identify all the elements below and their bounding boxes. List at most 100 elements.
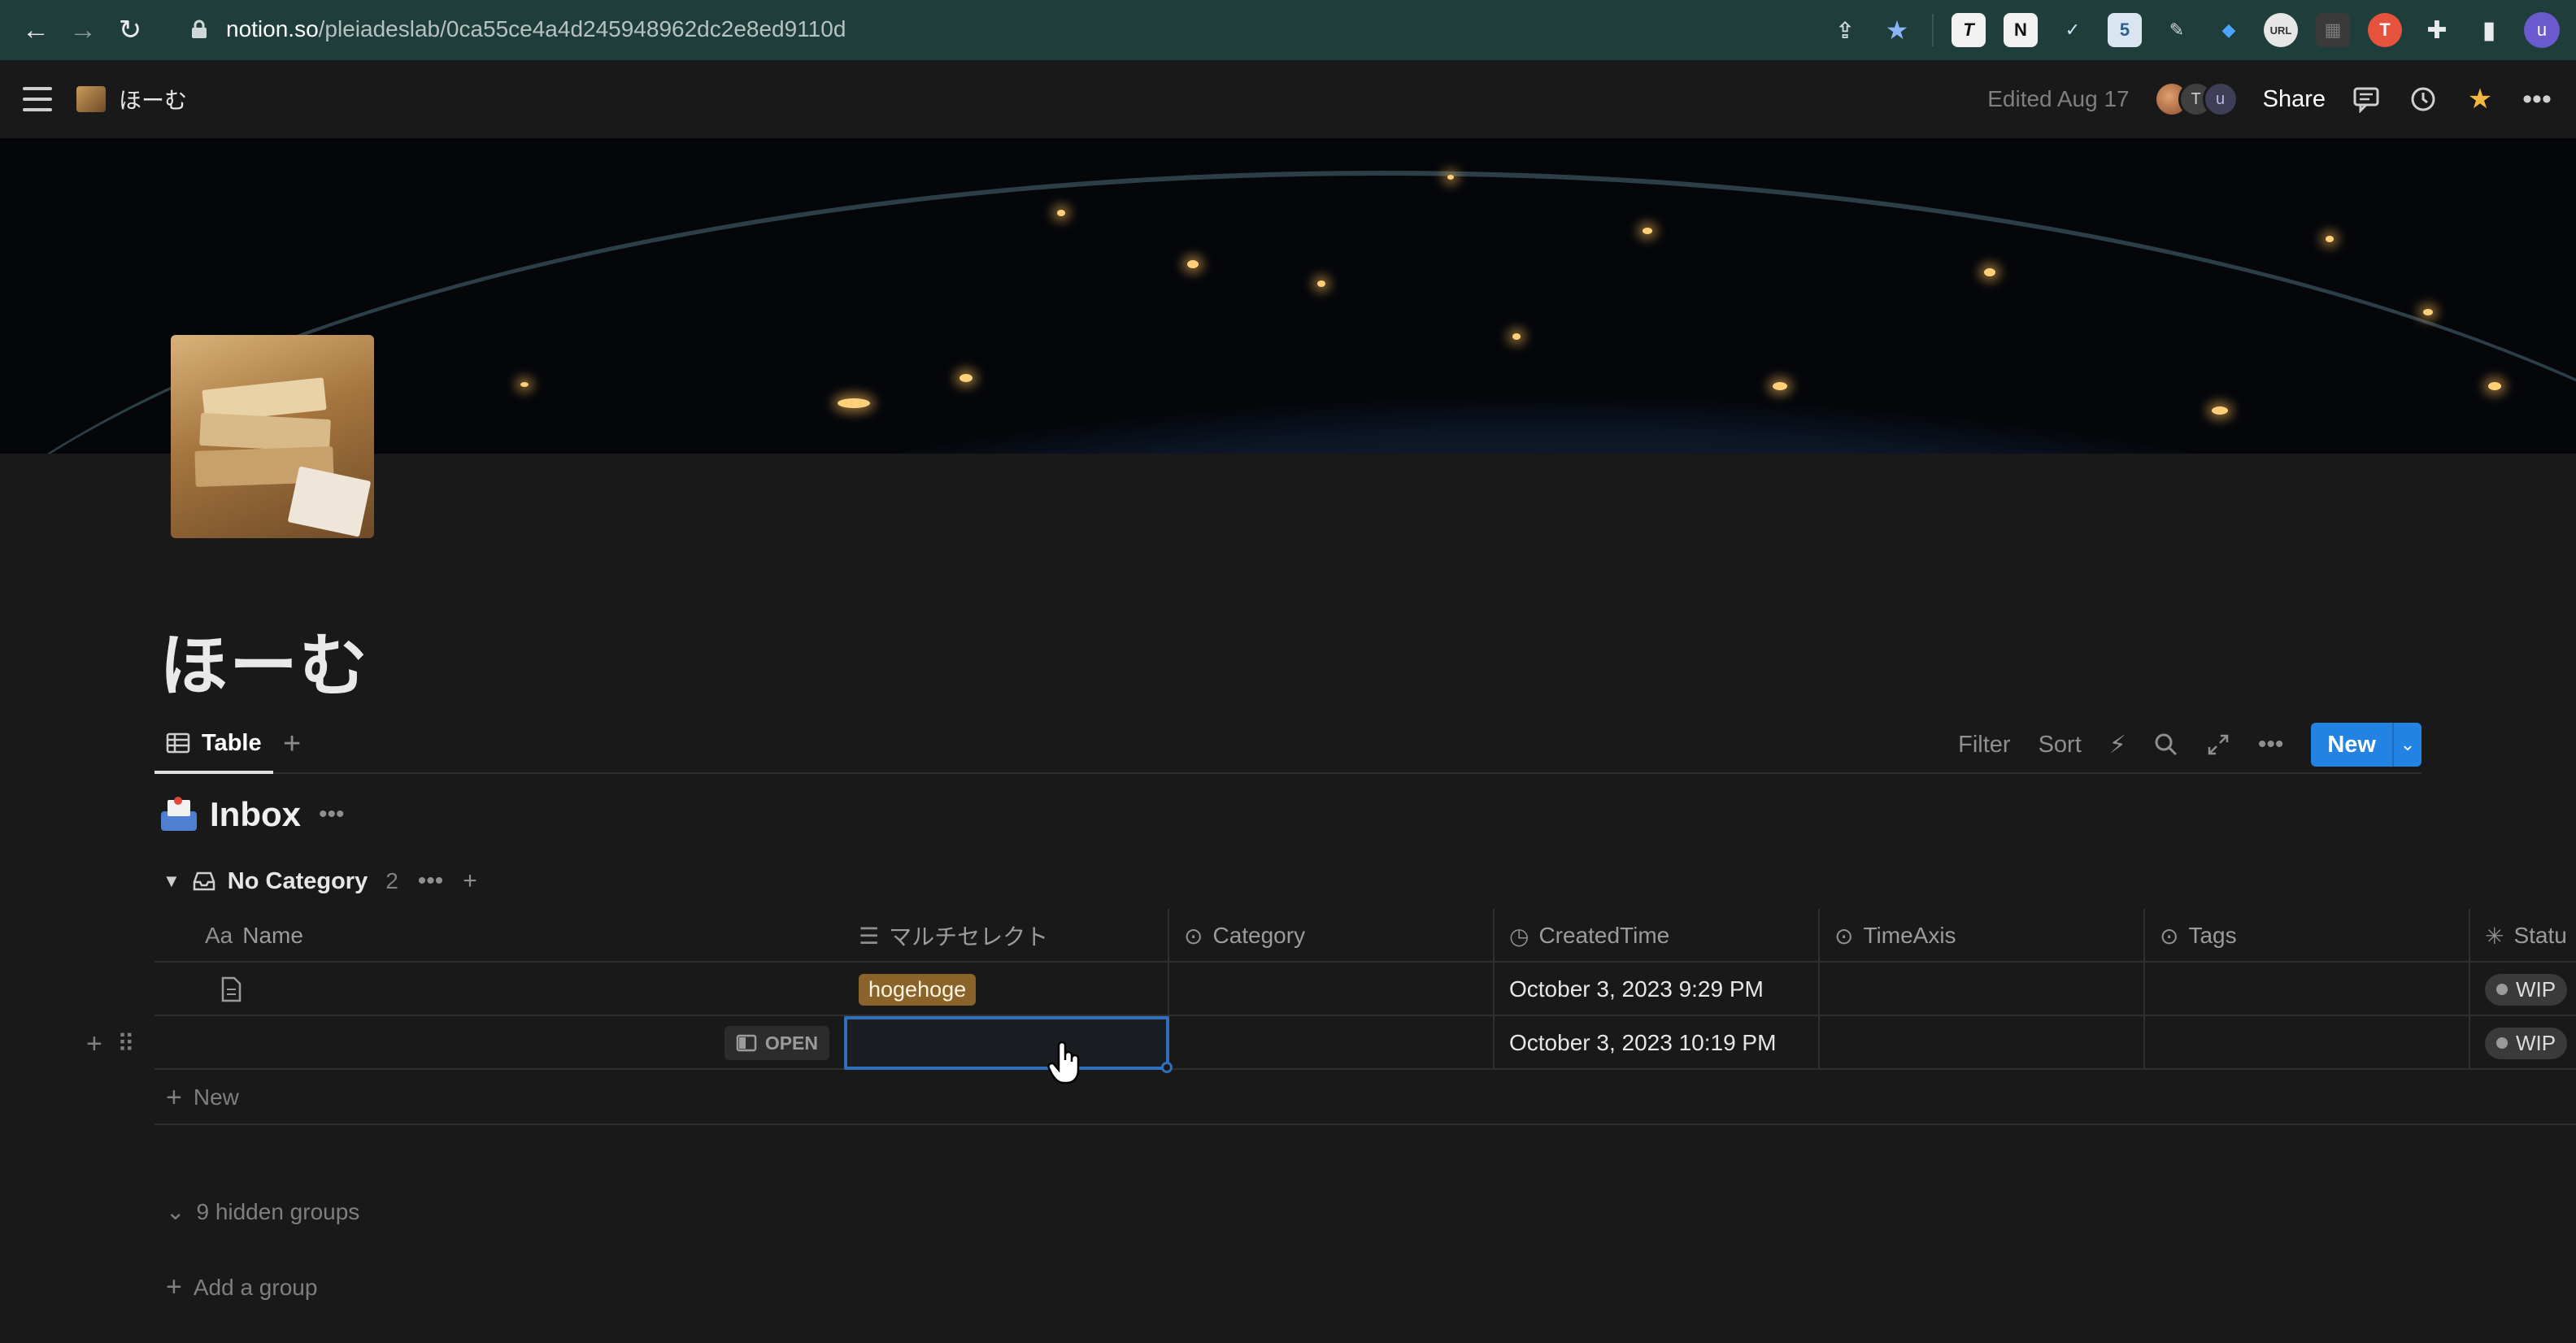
table-row[interactable]: hogehoge October 3, 2023 9:29 PM WIP: [154, 963, 2576, 1016]
hidden-groups-toggle[interactable]: ⌄ 9 hidden groups: [166, 1198, 359, 1225]
status-cell[interactable]: WIP: [2470, 1016, 2576, 1070]
notion-icon[interactable]: N: [2004, 13, 2038, 47]
new-button[interactable]: New ⌄: [2311, 723, 2422, 767]
column-header-name[interactable]: Aa Name: [154, 909, 844, 963]
breadcrumb[interactable]: ほーむ: [119, 83, 187, 115]
bookmark-star-icon[interactable]: ★: [1880, 13, 1914, 47]
table-icon: [166, 732, 190, 754]
page-icon-image[interactable]: [171, 335, 374, 538]
document-icon: [221, 976, 242, 1002]
diamond-icon[interactable]: ◆: [2212, 13, 2246, 47]
column-header-tags[interactable]: ⊙ Tags: [2145, 909, 2470, 963]
history-clock-icon[interactable]: [2407, 83, 2439, 115]
select-icon: ⊙: [1834, 923, 1854, 949]
url-host: notion.so: [226, 16, 319, 41]
more-icon[interactable]: •••: [418, 867, 444, 895]
lock-icon: [192, 20, 207, 38]
more-icon[interactable]: •••: [2521, 83, 2553, 115]
menu-icon[interactable]: [23, 87, 52, 111]
column-header-category[interactable]: ⊙ Category: [1169, 909, 1495, 963]
hidden-groups-label: 9 hidden groups: [196, 1198, 360, 1224]
sort-button[interactable]: Sort: [2039, 732, 2082, 758]
divider: [154, 1124, 2576, 1125]
tags-cell[interactable]: [2145, 1016, 2470, 1070]
sidepanel-icon[interactable]: ▮: [2472, 13, 2506, 47]
category-cell[interactable]: [1169, 963, 1495, 1016]
add-view-icon[interactable]: +: [283, 727, 301, 762]
selected-cell-outline[interactable]: [844, 1016, 1173, 1073]
favorite-star-icon[interactable]: ★: [2464, 83, 2496, 115]
column-label: Name: [242, 923, 303, 948]
name-cell[interactable]: OPEN: [154, 1016, 844, 1070]
add-group-button[interactable]: + Add a group: [166, 1271, 317, 1303]
notion-topbar: ほーむ Edited Aug 17 T u Share ★ •••: [0, 60, 2576, 138]
drag-handle-icon[interactable]: ⠿: [117, 1030, 135, 1058]
column-header-createdtime[interactable]: ◷ CreatedTime: [1495, 909, 1820, 963]
caret-down-icon[interactable]: ▼: [163, 871, 181, 892]
status-badge: WIP: [2485, 1027, 2568, 1059]
app-icon[interactable]: ▦: [2316, 13, 2350, 47]
tab-table[interactable]: Table: [154, 715, 273, 774]
column-label: マルチセレクト: [889, 924, 1049, 950]
collaborator-avatars[interactable]: T u: [2153, 81, 2239, 117]
pen-icon[interactable]: ✎: [2160, 13, 2194, 47]
add-icon[interactable]: +: [463, 867, 477, 895]
new-button-label[interactable]: New: [2311, 723, 2392, 767]
clipper-icon[interactable]: 5: [2108, 13, 2142, 47]
url-icon[interactable]: URL: [2264, 13, 2298, 47]
earth-horizon: [0, 171, 2576, 454]
more-icon[interactable]: •••: [2258, 731, 2284, 758]
createdtime-cell[interactable]: October 3, 2023 9:29 PM: [1495, 963, 1820, 1016]
new-row-label: New: [193, 1084, 239, 1110]
add-new-row-button[interactable]: + New: [166, 1071, 239, 1124]
profile-avatar[interactable]: u: [2524, 12, 2560, 48]
tags-cell[interactable]: [2145, 963, 2470, 1016]
column-header-timeaxis[interactable]: ⊙ TimeAxis: [1820, 909, 2145, 963]
typora-icon[interactable]: T: [1952, 13, 1986, 47]
puzzle-icon[interactable]: ✚: [2420, 13, 2454, 47]
category-cell[interactable]: [1169, 1016, 1495, 1070]
multiselect-cell[interactable]: hogehoge: [844, 963, 1169, 1016]
row-handles: + ⠿: [86, 1028, 135, 1060]
address-bar[interactable]: notion.so /pleiadeslab/0ca55ce4a4d245948…: [189, 13, 846, 46]
chevron-down-icon[interactable]: ⌄: [2392, 723, 2422, 767]
database-title[interactable]: Inbox •••: [159, 790, 345, 839]
createdtime-cell[interactable]: October 3, 2023 10:19 PM: [1495, 1016, 1820, 1070]
tab-table-label: Table: [202, 729, 262, 756]
plus-icon: +: [166, 1081, 182, 1113]
more-icon[interactable]: •••: [319, 801, 345, 828]
reload-icon[interactable]: ↻: [111, 11, 150, 50]
name-cell[interactable]: [154, 963, 844, 1016]
database-name[interactable]: Inbox: [210, 795, 301, 834]
group-header: ▼ No Category 2 ••• +: [163, 860, 477, 902]
translate-icon[interactable]: T: [2368, 13, 2402, 47]
search-icon[interactable]: [2154, 732, 2178, 757]
timeaxis-cell[interactable]: [1820, 1016, 2145, 1070]
timeaxis-cell[interactable]: [1820, 963, 2145, 1016]
plus-icon: +: [166, 1271, 182, 1302]
column-header-multiselect[interactable]: ☰ マルチセレクト: [844, 909, 1169, 963]
forward-icon[interactable]: →: [63, 11, 102, 50]
column-label: CreatedTime: [1538, 923, 1670, 948]
inbox-tray-icon: [159, 797, 198, 832]
expand-icon[interactable]: [2206, 732, 2230, 757]
column-header-status[interactable]: ✳ Statu: [2470, 909, 2576, 963]
avatar: u: [2202, 81, 2239, 117]
back-icon[interactable]: ←: [16, 11, 55, 50]
share-button[interactable]: Share: [2263, 86, 2326, 113]
share-page-icon[interactable]: ⇪: [1828, 13, 1862, 47]
status-badge: WIP: [2485, 973, 2568, 1006]
page-cover: [0, 138, 2576, 454]
table-row[interactable]: OPEN October 3, 2023 10:19 PM WIP: [154, 1016, 2576, 1073]
open-page-button[interactable]: OPEN: [724, 1026, 829, 1060]
filter-button[interactable]: Filter: [1958, 732, 2010, 758]
url-path: /pleiadeslab/0ca55ce4a4d245948962dc2e8ed…: [318, 16, 846, 41]
page-title[interactable]: ほーむ: [159, 611, 369, 710]
checkmark-icon[interactable]: ✓: [2056, 13, 2090, 47]
status-cell[interactable]: WIP: [2470, 963, 2576, 1016]
add-row-icon[interactable]: +: [86, 1028, 102, 1060]
hand-cursor-icon: [1047, 1041, 1080, 1084]
comment-icon[interactable]: [2350, 83, 2382, 115]
group-name[interactable]: No Category: [228, 868, 368, 895]
automation-lightning-icon[interactable]: ⚡: [2109, 731, 2126, 759]
